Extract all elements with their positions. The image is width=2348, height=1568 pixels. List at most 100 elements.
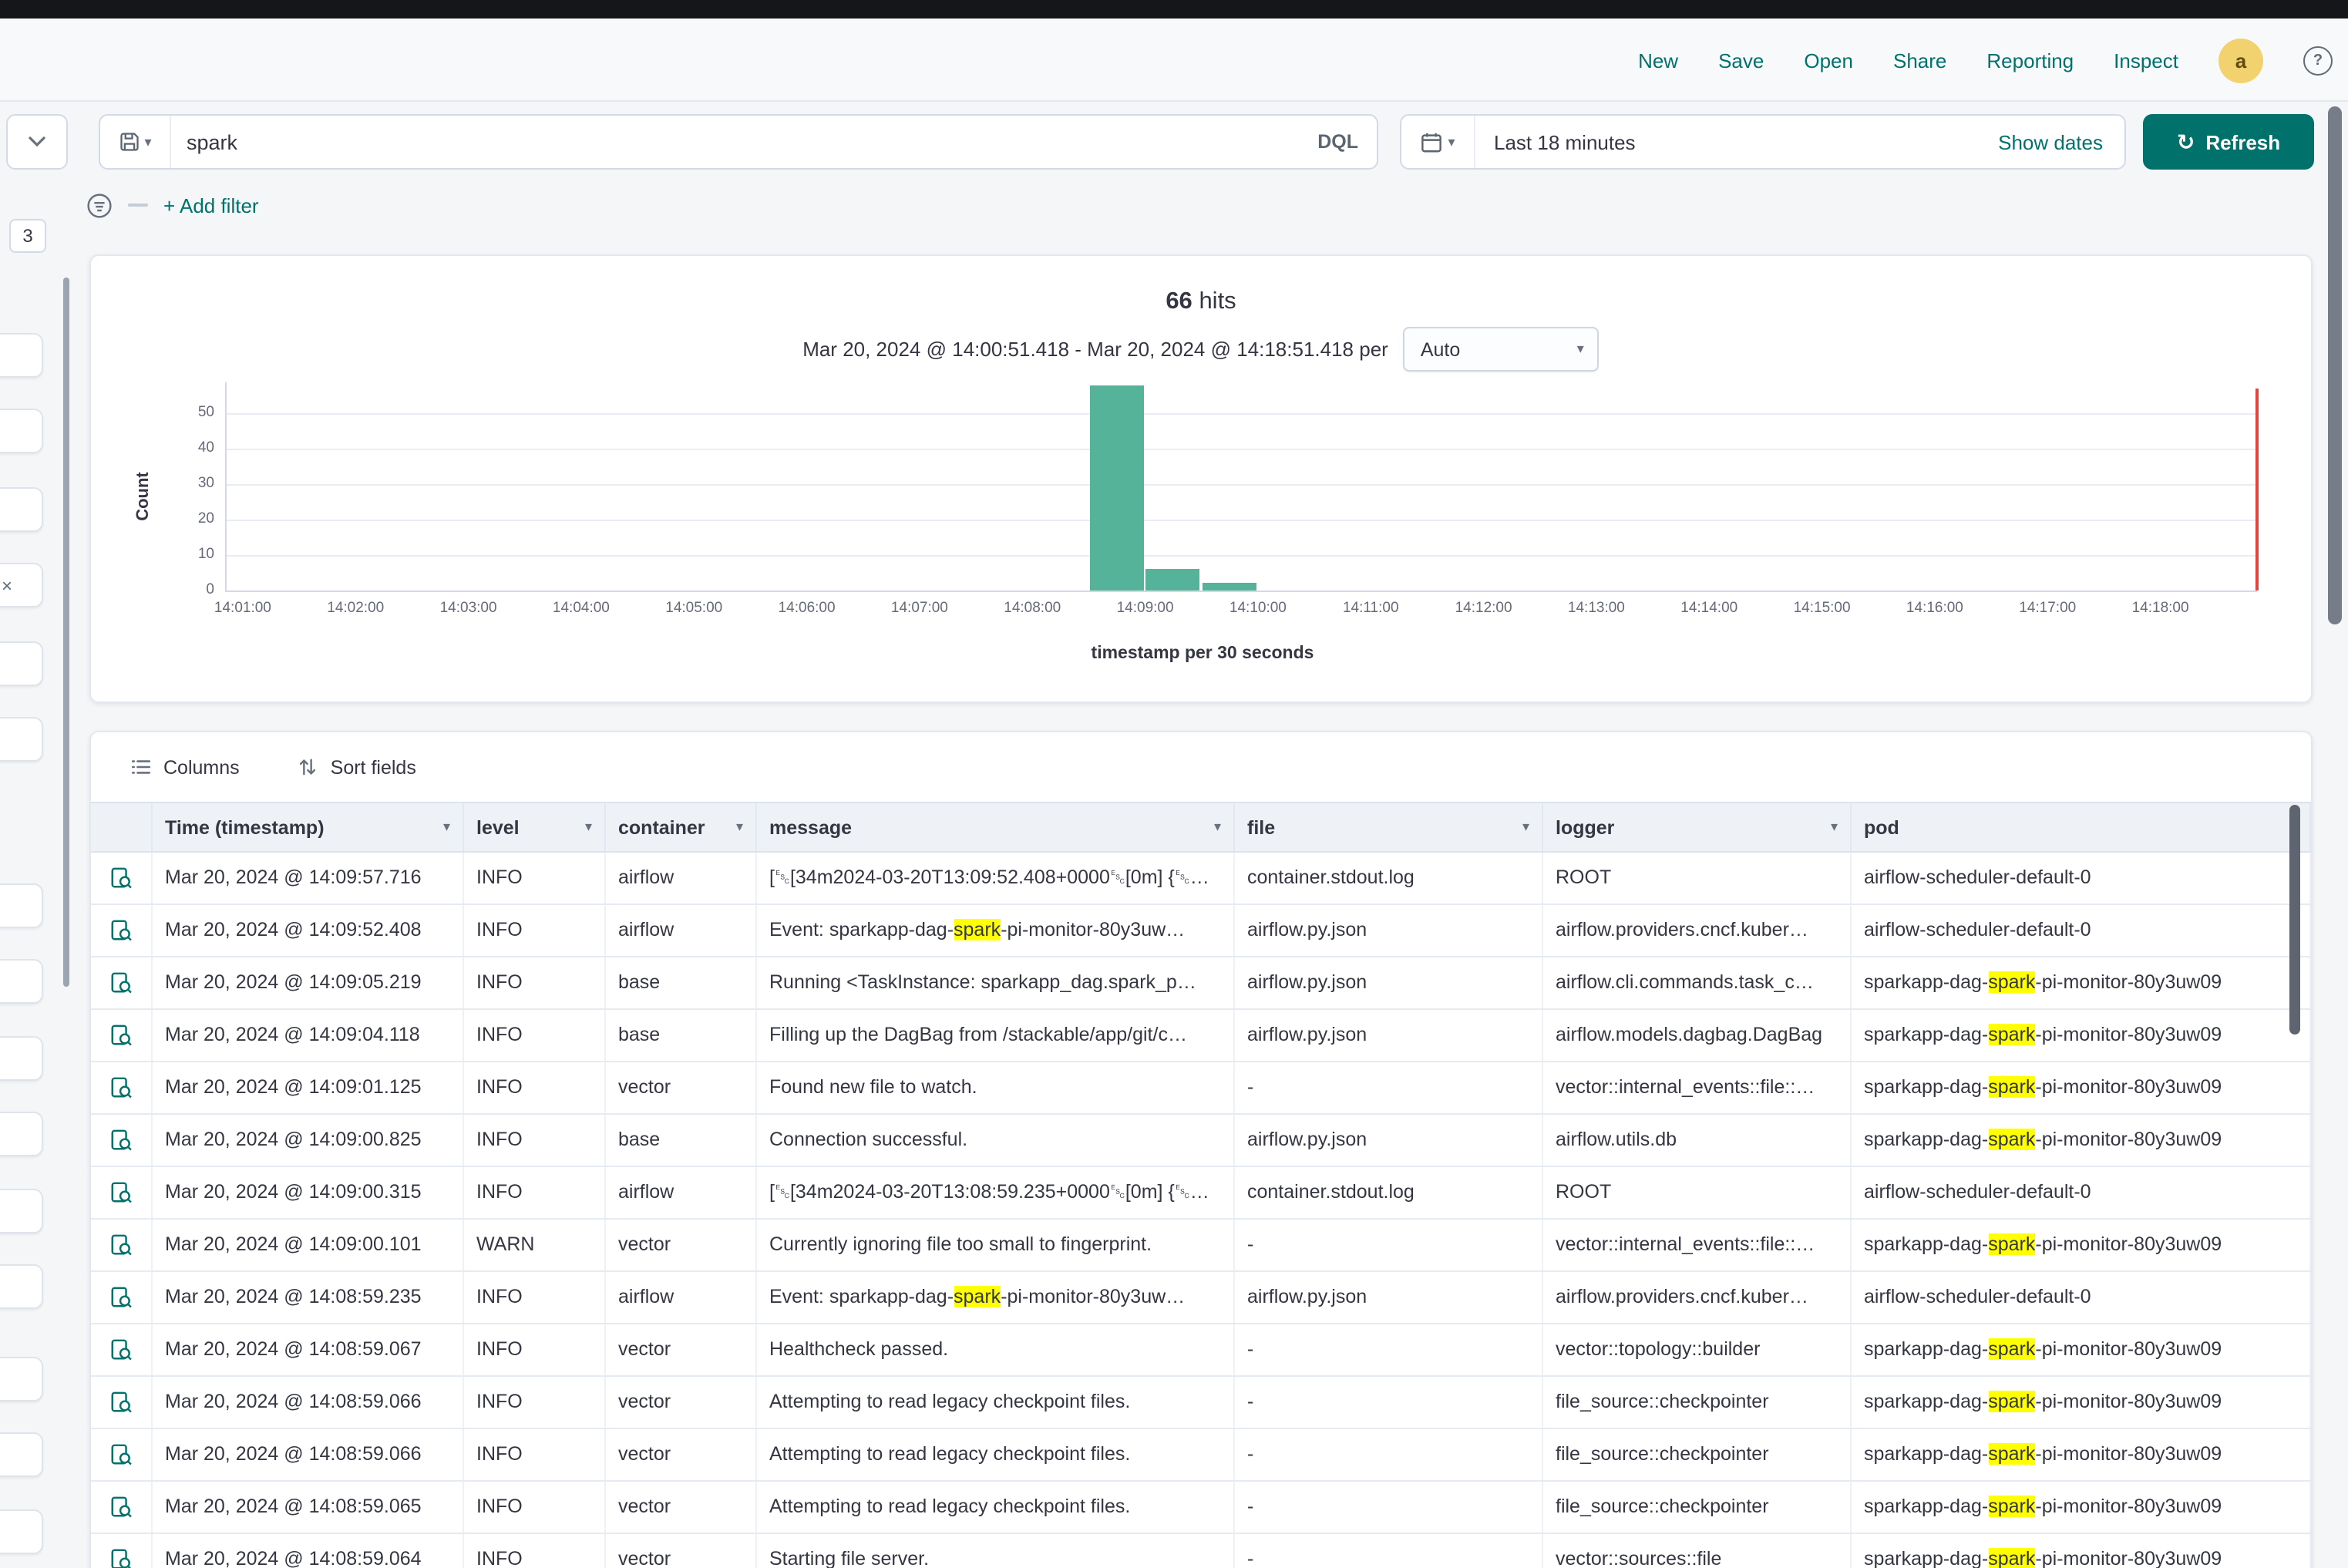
cell-text: -pi-monitor-80y3uw09 xyxy=(2035,1496,2222,1517)
cell-text: Event: sparkapp-dag- xyxy=(769,919,954,940)
field-chip[interactable] xyxy=(0,1112,43,1156)
expand-document-button[interactable] xyxy=(109,1129,133,1152)
nav-save[interactable]: Save xyxy=(1718,49,1764,72)
chevron-down-icon[interactable]: ▾ xyxy=(736,820,743,834)
field-chip[interactable] xyxy=(0,641,43,686)
close-icon[interactable]: × xyxy=(2,576,12,594)
column-header-file[interactable]: file▾ xyxy=(1235,803,1543,851)
column-header-message[interactable]: message▾ xyxy=(757,803,1235,851)
expand-document-button[interactable] xyxy=(109,866,133,890)
chevron-down-icon[interactable]: ▾ xyxy=(1214,820,1221,834)
expand-document-button[interactable] xyxy=(109,919,133,942)
nav-open[interactable]: Open xyxy=(1804,49,1853,72)
cell-container: airflow xyxy=(606,853,757,903)
expand-document-button[interactable] xyxy=(109,1181,133,1204)
chevron-down-icon[interactable]: ▾ xyxy=(1831,820,1838,834)
sidebar-badge[interactable]: 3 xyxy=(9,219,46,253)
cell-file: - xyxy=(1235,1377,1543,1428)
cell-logger: vector::internal_events::file::… xyxy=(1543,1062,1852,1113)
expand-document-button[interactable] xyxy=(109,1024,133,1047)
page-scrollbar[interactable] xyxy=(2328,106,2342,624)
cell-time: Mar 20, 2024 @ 14:08:59.235 xyxy=(153,1272,464,1323)
saved-query-button[interactable]: ▾ xyxy=(100,116,171,168)
column-header-pod[interactable]: pod▾ xyxy=(1852,803,2311,851)
histogram-bar[interactable] xyxy=(1146,569,1200,591)
field-chip[interactable]: × xyxy=(0,563,43,607)
search-input[interactable] xyxy=(171,130,1299,153)
nav-share[interactable]: Share xyxy=(1893,49,1946,72)
field-chip[interactable] xyxy=(0,487,43,532)
x-tick-label: 14:09:00 xyxy=(1096,600,1195,617)
cell-time: Mar 20, 2024 @ 14:08:59.066 xyxy=(153,1429,464,1480)
field-chip[interactable] xyxy=(0,1432,43,1477)
cell-logger: file_source::checkpointer xyxy=(1543,1429,1852,1480)
field-chip[interactable] xyxy=(0,717,43,762)
nav-new[interactable]: New xyxy=(1638,49,1678,72)
cell-message: Currently ignoring file too small to fin… xyxy=(757,1220,1235,1270)
highlighted-term: spark xyxy=(954,1286,1001,1307)
nav-reporting[interactable]: Reporting xyxy=(1986,49,2074,72)
x-tick-label: 14:05:00 xyxy=(644,600,743,617)
log-row: Mar 20, 2024 @ 14:08:59.067INFOvectorHea… xyxy=(91,1324,2311,1377)
column-header-label: Time (timestamp) xyxy=(165,816,325,838)
highlighted-term: spark xyxy=(1988,1076,2035,1098)
gridline xyxy=(227,484,2257,486)
cell-level: INFO xyxy=(464,1324,606,1375)
add-filter-button[interactable]: + Add filter xyxy=(163,193,259,217)
time-range-label[interactable]: Last 18 minutes xyxy=(1475,130,1998,153)
query-language-button[interactable]: DQL xyxy=(1299,131,1377,153)
nav-inspect[interactable]: Inspect xyxy=(2114,49,2178,72)
expand-document-button[interactable] xyxy=(109,1076,133,1099)
expand-document-button[interactable] xyxy=(109,1443,133,1466)
interval-select[interactable]: Auto ▾ xyxy=(1404,327,1600,372)
histogram-bar[interactable] xyxy=(1089,385,1143,591)
highlighted-term: spark xyxy=(1988,1391,2035,1412)
chevron-down-icon[interactable]: ▾ xyxy=(585,820,592,834)
column-header-time-timestamp[interactable]: Time (timestamp) ▾ xyxy=(153,803,464,851)
field-chip[interactable] xyxy=(0,883,43,928)
cell-file: airflow.py.json xyxy=(1235,1010,1543,1061)
expand-document-button[interactable] xyxy=(109,1233,133,1257)
cell-message: Event: sparkapp-dag-spark-pi-monitor-80y… xyxy=(757,1272,1235,1323)
cell-text: sparkapp-dag- xyxy=(1864,1076,1988,1098)
expand-document-button[interactable] xyxy=(109,1496,133,1519)
expand-document-button[interactable] xyxy=(109,1338,133,1361)
field-chip[interactable] xyxy=(0,409,43,453)
table-scrollbar[interactable] xyxy=(2289,805,2300,1035)
field-chip[interactable] xyxy=(0,333,43,378)
columns-button[interactable]: Columns xyxy=(131,756,240,778)
x-tick-label: 14:16:00 xyxy=(1885,600,1984,617)
field-chip[interactable] xyxy=(0,1509,43,1554)
cell-file: container.stdout.log xyxy=(1235,853,1543,903)
calendar-button[interactable]: ▾ xyxy=(1401,116,1475,168)
sidebar-scrollbar[interactable] xyxy=(63,278,69,987)
avatar[interactable]: a xyxy=(2218,38,2263,82)
refresh-button[interactable]: ↻ Refresh xyxy=(2143,114,2314,170)
chevron-down-icon[interactable]: ▾ xyxy=(1522,820,1529,834)
cell-pod: sparkapp-dag-spark-pi-monitor-80y3uw09 xyxy=(1852,1115,2311,1166)
field-chip[interactable] xyxy=(0,1036,43,1081)
expand-document-button[interactable] xyxy=(109,1286,133,1309)
cell-file: - xyxy=(1235,1534,1543,1568)
sidebar-collapse-button[interactable] xyxy=(6,114,68,170)
expand-document-button[interactable] xyxy=(109,1548,133,1568)
expand-cell xyxy=(91,1482,153,1533)
top-nav: New Save Open Share Reporting Inspect a … xyxy=(1638,19,2333,102)
column-header-logger[interactable]: logger▾ xyxy=(1543,803,1852,851)
histogram-bar[interactable] xyxy=(1203,584,1256,591)
show-dates-button[interactable]: Show dates xyxy=(1998,130,2124,153)
cell-level: INFO xyxy=(464,1272,606,1323)
filter-icon[interactable] xyxy=(86,192,113,218)
column-header-container[interactable]: container▾ xyxy=(606,803,757,851)
cell-logger: airflow.utils.db xyxy=(1543,1115,1852,1166)
column-header-level[interactable]: level▾ xyxy=(464,803,606,851)
field-chip[interactable] xyxy=(0,959,43,1004)
field-chip[interactable] xyxy=(0,1189,43,1233)
chevron-down-icon[interactable]: ▾ xyxy=(443,820,450,834)
field-chip[interactable] xyxy=(0,1264,43,1309)
help-icon[interactable]: ? xyxy=(2303,45,2333,75)
expand-document-button[interactable] xyxy=(109,1391,133,1414)
sort-fields-button[interactable]: Sort fields xyxy=(298,756,416,778)
field-chip[interactable] xyxy=(0,1357,43,1401)
expand-document-button[interactable] xyxy=(109,971,133,994)
